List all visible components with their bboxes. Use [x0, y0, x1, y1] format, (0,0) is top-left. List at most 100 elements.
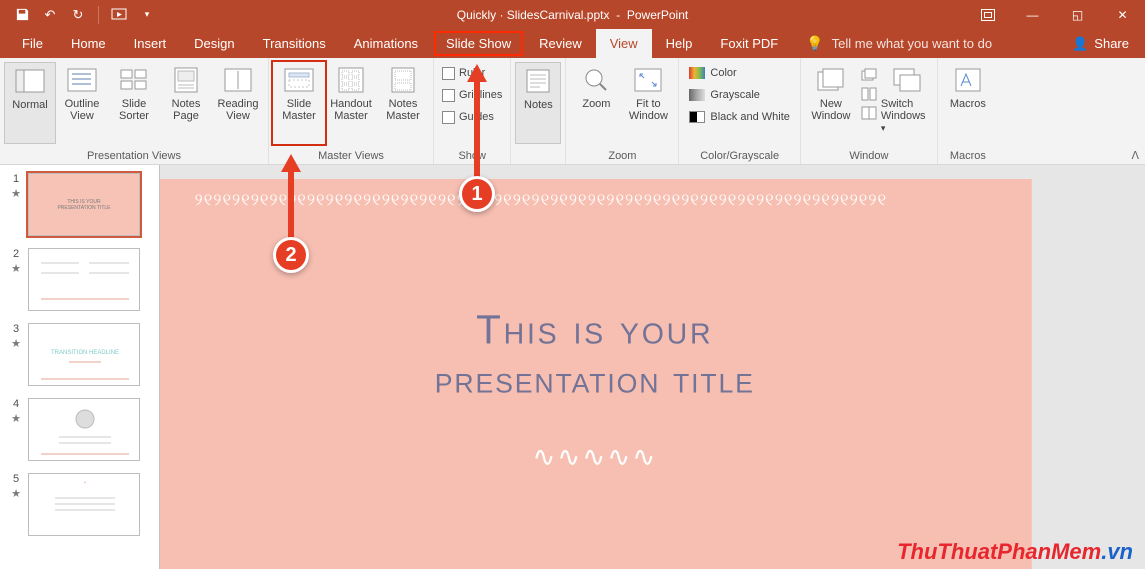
annotation-arrow-2: [281, 154, 301, 172]
animation-star-icon: ★: [11, 187, 21, 200]
notes-button[interactable]: Notes: [515, 62, 561, 144]
handout-master-button[interactable]: Handout Master: [325, 62, 377, 144]
notes-master-icon: [386, 66, 420, 94]
tab-insert[interactable]: Insert: [120, 29, 181, 58]
group-window: New Window Switch Windows ▾ Window: [801, 58, 938, 164]
thumbnail-2[interactable]: 2★: [0, 244, 159, 319]
share-icon: 👤: [1072, 36, 1088, 52]
blackwhite-button[interactable]: Black and White: [689, 108, 789, 126]
group-label: [511, 160, 565, 164]
macros-icon: [951, 66, 985, 94]
guides-checkbox[interactable]: Guides: [442, 108, 494, 126]
tab-review[interactable]: Review: [525, 29, 596, 58]
handout-master-icon: [334, 66, 368, 94]
watermark: ThuThuatPhanMem.vn: [897, 539, 1133, 565]
display-options-icon[interactable]: [965, 0, 1010, 29]
fit-to-window-icon: [631, 66, 665, 94]
group-zoom: Zoom Fit to Window Zoom: [566, 58, 679, 164]
normal-view-button[interactable]: Normal: [4, 62, 56, 144]
slide-master-button[interactable]: Slide Master: [273, 62, 325, 144]
annotation-arrow-2-stem: [288, 170, 294, 240]
slide-sorter-button[interactable]: Slide Sorter: [108, 62, 160, 144]
annotation-badge-2: 2: [273, 237, 309, 273]
notes-master-button[interactable]: Notes Master: [377, 62, 429, 144]
thumbnail-3[interactable]: 3★ TRANSITION HEADLINE: [0, 319, 159, 394]
bw-swatch-icon: [689, 111, 705, 123]
slide-stage[interactable]: ୨୧୨୧୨୧୨୧୨୧୨୧୨୧୨୧୨୧୨୧୨୧୨୧୨୧୨୧୨୧୨୧୨୧୨୧୨୧୨୧…: [160, 165, 1145, 569]
slide-thumbnails-panel[interactable]: 1★ THIS IS YOURPRESENTATION TITLE 2★ 3★ …: [0, 165, 160, 569]
qat-customize-icon[interactable]: ▾: [139, 7, 155, 23]
zoom-icon: [579, 66, 613, 94]
group-label: Macros: [938, 148, 998, 164]
tab-animations[interactable]: Animations: [340, 29, 432, 58]
fit-to-window-button[interactable]: Fit to Window: [622, 62, 674, 144]
new-window-button[interactable]: New Window: [805, 62, 857, 144]
animation-star-icon: ★: [11, 412, 21, 425]
lightbulb-icon: 💡: [806, 35, 823, 52]
macros-button[interactable]: Macros: [942, 62, 994, 144]
thumbnail-4[interactable]: 4★: [0, 394, 159, 469]
svg-text:“: “: [84, 482, 86, 488]
slide-title[interactable]: This is your presentation title: [160, 308, 1031, 402]
minimize-icon[interactable]: —: [1010, 0, 1055, 29]
collapse-ribbon-icon[interactable]: ᐱ: [1131, 149, 1139, 162]
notes-icon: [521, 67, 555, 95]
group-presentation-views: Normal Outline View Slide Sorter Notes P…: [0, 58, 269, 164]
outline-view-button[interactable]: Outline View: [56, 62, 108, 144]
svg-text:TRANSITION HEADLINE: TRANSITION HEADLINE: [51, 350, 119, 356]
close-icon[interactable]: ✕: [1100, 0, 1145, 29]
tab-slideshow[interactable]: Slide Show: [432, 29, 525, 58]
move-split-button[interactable]: [861, 104, 877, 122]
group-macros: Macros Macros: [938, 58, 998, 164]
window-title: Quickly · SlidesCarnival.pptx - PowerPoi…: [457, 8, 688, 22]
color-swatch-icon: [689, 67, 705, 79]
ribbon-tabs: File Home Insert Design Transitions Anim…: [0, 29, 1145, 58]
zoom-button[interactable]: Zoom: [570, 62, 622, 144]
group-label: Zoom: [566, 148, 678, 164]
tab-help[interactable]: Help: [652, 29, 707, 58]
group-label: Show: [434, 148, 510, 164]
save-icon[interactable]: [14, 7, 30, 23]
notes-page-icon: [169, 66, 203, 94]
annotation-arrow-1-stem: [474, 80, 480, 180]
thumbnail-5[interactable]: 5★ “: [0, 469, 159, 544]
annotation-badge-1: 1: [459, 176, 495, 212]
undo-icon[interactable]: ↶: [42, 7, 58, 23]
decorative-border-top: ୨୧୨୧୨୧୨୧୨୧୨୧୨୧୨୧୨୧୨୧୨୧୨୧୨୧୨୧୨୧୨୧୨୧୨୧୨୧୨୧…: [194, 190, 994, 209]
animation-star-icon: ★: [11, 262, 21, 275]
redo-icon[interactable]: ↻: [70, 7, 86, 23]
tab-design[interactable]: Design: [180, 29, 248, 58]
tab-foxit[interactable]: Foxit PDF: [706, 29, 792, 58]
thumbnail-1[interactable]: 1★ THIS IS YOURPRESENTATION TITLE: [0, 169, 159, 244]
tell-me-search[interactable]: 💡 Tell me what you want to do: [792, 29, 1006, 58]
group-notes-button: Notes: [511, 58, 566, 164]
new-window-icon: [814, 66, 848, 94]
start-from-beginning-icon[interactable]: [111, 7, 127, 23]
group-label: Window: [801, 148, 937, 164]
group-master-views: Slide Master Handout Master Notes Master…: [269, 58, 434, 164]
gridlines-checkbox[interactable]: Gridlines: [442, 86, 502, 104]
group-label: Presentation Views: [0, 148, 268, 164]
main-area: 1★ THIS IS YOURPRESENTATION TITLE 2★ 3★ …: [0, 165, 1145, 569]
notes-page-button[interactable]: Notes Page: [160, 62, 212, 144]
tab-home[interactable]: Home: [57, 29, 120, 58]
tab-view[interactable]: View: [596, 29, 652, 58]
slide-sorter-icon: [117, 66, 151, 94]
decorative-wave: ∿∿∿∿∿: [532, 441, 657, 473]
title-bar: ↶ ↻ ▾ Quickly · SlidesCarnival.pptx - Po…: [0, 0, 1145, 29]
color-button[interactable]: Color: [689, 64, 736, 82]
tab-file[interactable]: File: [8, 29, 57, 58]
reading-view-button[interactable]: Reading View: [212, 62, 264, 144]
animation-star-icon: ★: [11, 337, 21, 350]
grayscale-button[interactable]: Grayscale: [689, 86, 760, 104]
share-button[interactable]: 👤 Share: [1056, 29, 1145, 58]
outline-view-icon: [65, 66, 99, 94]
tab-transitions[interactable]: Transitions: [249, 29, 340, 58]
restore-icon[interactable]: ◱: [1055, 0, 1100, 29]
quick-access-toolbar: ↶ ↻ ▾: [0, 6, 155, 24]
arrange-all-button[interactable]: [861, 85, 877, 103]
switch-windows-button[interactable]: Switch Windows ▾: [881, 62, 933, 144]
cascade-button[interactable]: [861, 66, 877, 84]
group-color-grayscale: Color Grayscale Black and White Color/Gr…: [679, 58, 800, 164]
ribbon: Normal Outline View Slide Sorter Notes P…: [0, 58, 1145, 165]
